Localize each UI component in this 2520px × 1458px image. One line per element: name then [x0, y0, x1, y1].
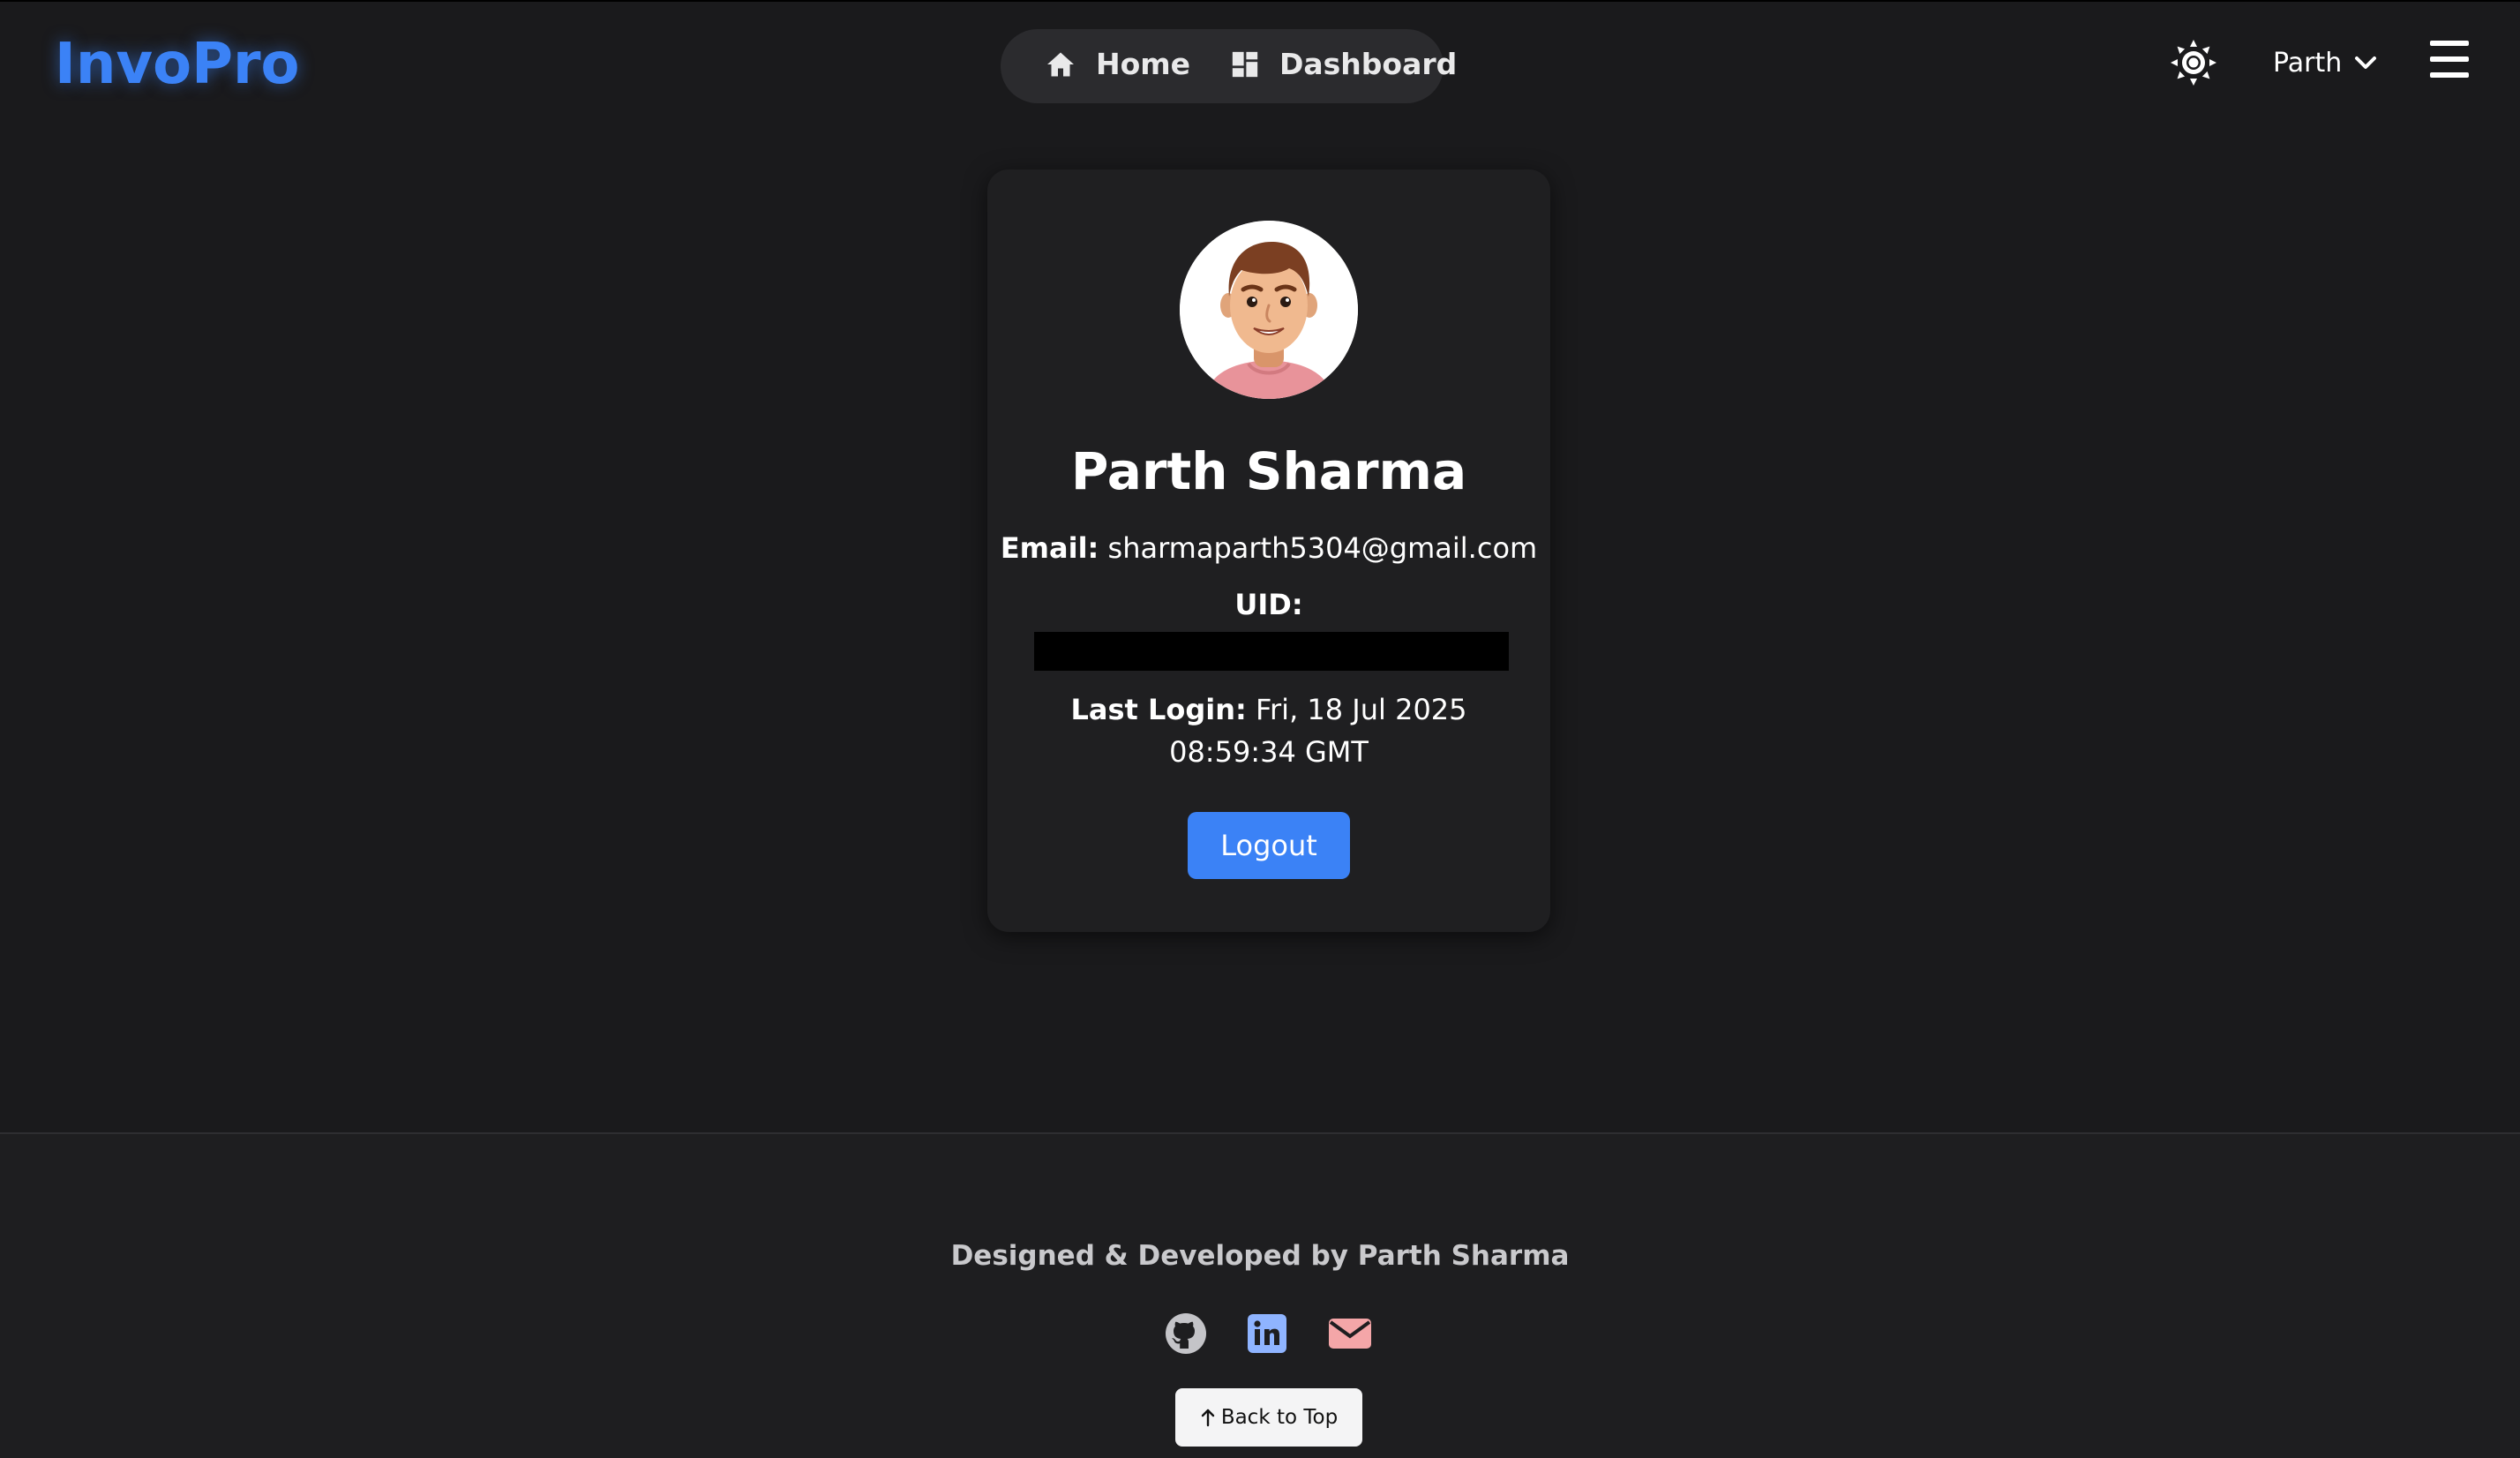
- sun-icon: [2171, 40, 2216, 86]
- user-menu-label: Parth: [2273, 48, 2343, 79]
- nav-home-link[interactable]: Home: [1045, 47, 1190, 81]
- email-icon: [1329, 1319, 1371, 1349]
- email-label: Email:: [1000, 531, 1099, 565]
- hamburger-icon: [2430, 41, 2469, 46]
- hamburger-icon-bar: [2430, 56, 2469, 62]
- top-border: [0, 0, 2520, 2]
- uid-row: UID:: [987, 588, 1550, 621]
- last-login-date: Fri, 18 Jul 2025: [1255, 693, 1467, 726]
- chevron-down-icon: [2355, 56, 2377, 69]
- email-value: sharmaparth5304@gmail.com: [1107, 531, 1538, 565]
- footer: Designed & Developed by Parth Sharma Bac…: [0, 1132, 2520, 1458]
- app-logo[interactable]: InvoPro: [55, 32, 300, 97]
- last-login-time: 08:59:34 GMT: [1169, 735, 1369, 769]
- avatar-illustration: [1180, 221, 1358, 399]
- footer-credit: Designed & Developed by Parth Sharma: [950, 1240, 1570, 1272]
- hamburger-icon-bar: [2430, 72, 2469, 78]
- nav-dashboard-link[interactable]: Dashboard: [1230, 47, 1457, 81]
- uid-redacted-value: [1034, 632, 1509, 671]
- email-row: Email: sharmaparth5304@gmail.com: [987, 531, 1550, 565]
- email-link[interactable]: [1327, 1312, 1373, 1355]
- uid-label: UID:: [1234, 588, 1303, 621]
- profile-card: Parth Sharma Email: sharmaparth5304@gmai…: [987, 169, 1550, 932]
- linkedin-link[interactable]: [1246, 1312, 1288, 1355]
- theme-toggle-button[interactable]: [2171, 40, 2216, 86]
- github-link[interactable]: [1165, 1312, 1207, 1355]
- home-icon: [1047, 52, 1074, 76]
- nav-dashboard-label: Dashboard: [1279, 47, 1458, 81]
- avatar: [1180, 221, 1358, 399]
- profile-name: Parth Sharma: [1070, 441, 1467, 501]
- user-menu-dropdown[interactable]: Parth: [2273, 48, 2377, 79]
- hamburger-menu-button[interactable]: [2430, 41, 2469, 78]
- last-login-row: Last Login: Fri, 18 Jul 2025 08:59:34 GM…: [987, 688, 1550, 773]
- main-nav: Home Dashboard: [1001, 29, 1457, 103]
- back-to-top-label: Back to Top: [1220, 1406, 1339, 1429]
- arrow-up-icon: [1201, 1409, 1215, 1427]
- dashboard-icon: [1232, 51, 1258, 77]
- last-login-label: Last Login:: [1070, 693, 1247, 726]
- github-icon: [1166, 1313, 1206, 1354]
- nav-home-label: Home: [1096, 47, 1191, 81]
- linkedin-icon: [1248, 1314, 1286, 1353]
- logout-button[interactable]: Logout: [1188, 812, 1350, 879]
- back-to-top-button[interactable]: Back to Top: [1175, 1388, 1362, 1447]
